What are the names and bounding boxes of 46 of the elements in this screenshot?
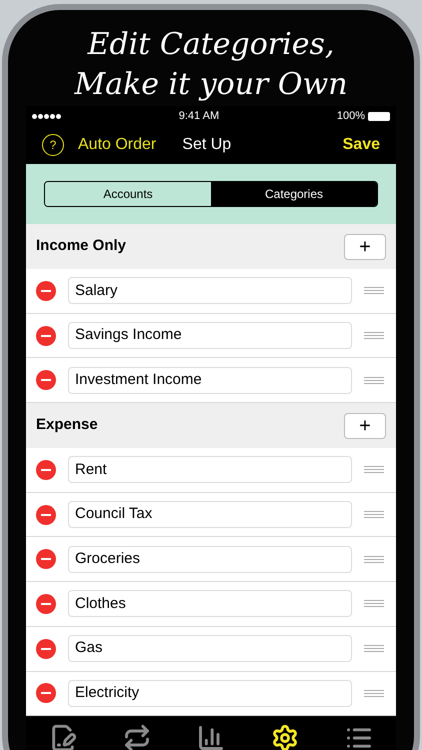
delete-icon[interactable] [36, 638, 56, 659]
drag-handle-icon[interactable] [364, 332, 384, 340]
gear-icon[interactable] [271, 724, 299, 750]
segment-tab[interactable]: Categories [211, 182, 377, 206]
drag-handle-icon[interactable] [364, 376, 384, 384]
delete-icon[interactable] [36, 594, 56, 614]
nav-title: Set Up [182, 135, 232, 155]
category-field[interactable]: Salary [68, 277, 352, 304]
delete-icon[interactable] [36, 549, 56, 570]
delete-icon[interactable] [36, 683, 56, 704]
delete-icon[interactable] [36, 370, 56, 390]
drag-handle-icon[interactable] [364, 556, 384, 563]
delete-icon[interactable] [36, 326, 56, 346]
caption-text: Make it your Own [74, 66, 348, 104]
signal-icon [32, 114, 61, 118]
section-title: Income Only [36, 236, 126, 256]
category-field[interactable]: Electricity [68, 680, 352, 707]
drag-handle-icon[interactable] [364, 466, 384, 474]
drag-handle-icon[interactable] [364, 645, 384, 652]
status-time: 9:41 AM [178, 108, 220, 124]
swap-arrows-icon[interactable] [123, 724, 151, 750]
category-field[interactable]: Investment Income [68, 366, 352, 394]
document-pen-icon[interactable] [49, 724, 77, 750]
drag-handle-icon[interactable] [364, 511, 384, 518]
delete-icon[interactable] [36, 280, 56, 301]
delete-icon[interactable] [36, 460, 56, 480]
help-button[interactable]: ? [42, 134, 64, 156]
category-field[interactable]: Groceries [68, 546, 352, 573]
caption-text: Edit Categories, [88, 26, 334, 64]
battery-icon [368, 112, 390, 120]
battery-percent: 100% [336, 108, 365, 124]
category-field[interactable]: Savings Income [68, 322, 352, 350]
add-button[interactable]: + [344, 234, 386, 260]
category-field[interactable]: Clothes [68, 590, 352, 618]
category-field[interactable]: Rent [68, 456, 352, 484]
add-button[interactable]: + [344, 412, 386, 439]
category-field[interactable]: Gas [68, 635, 352, 662]
drag-handle-icon[interactable] [364, 690, 384, 697]
drag-handle-icon[interactable] [364, 600, 384, 608]
category-field[interactable]: Council Tax [68, 501, 352, 528]
auto-order-button[interactable]: Auto Order [78, 133, 156, 157]
drag-handle-icon[interactable] [364, 287, 384, 294]
section-title: Expense [36, 415, 98, 436]
bar-chart-icon[interactable] [197, 724, 225, 750]
save-button[interactable]: Save [342, 133, 380, 157]
delete-icon[interactable] [36, 504, 56, 525]
